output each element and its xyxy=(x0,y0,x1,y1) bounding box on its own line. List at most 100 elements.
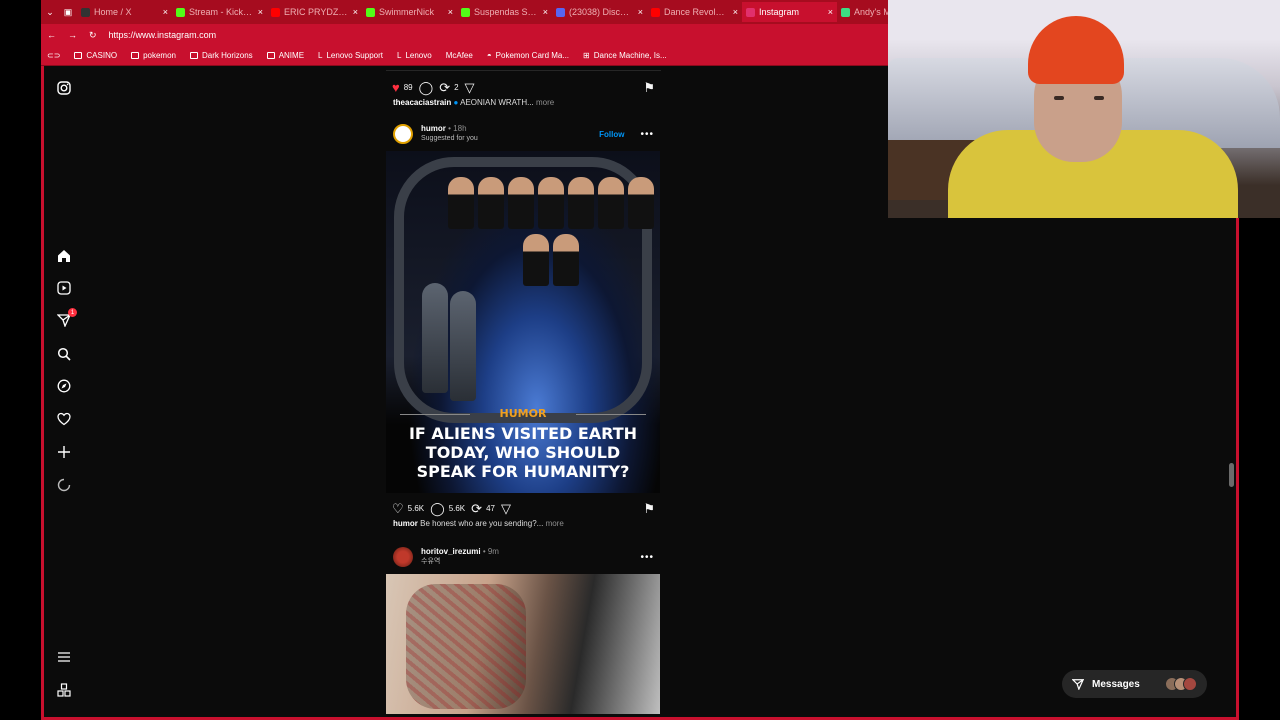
url-field[interactable]: https://www.instagram.com xyxy=(109,30,217,40)
bookmark-item[interactable]: McAfee xyxy=(446,51,473,60)
comment-button[interactable]: ◯ 5.6K xyxy=(430,502,465,515)
share-button[interactable]: ▽ xyxy=(465,81,475,94)
close-icon[interactable]: × xyxy=(353,7,358,17)
repost-button[interactable]: ⟳ 2 xyxy=(439,81,458,94)
bookmark-icon: ⚑ xyxy=(643,500,655,516)
bookmark-item[interactable]: CASINO xyxy=(74,51,117,60)
instagram-logo-icon[interactable] xyxy=(54,78,74,98)
caption-username[interactable]: theacaciastrain xyxy=(393,98,451,107)
bookmark-label: Lenovo xyxy=(405,51,432,60)
post-header: horitov_irezumi • 9m 수유역 ••• xyxy=(386,540,661,574)
direct-messages-icon xyxy=(1072,679,1084,690)
tab-kick[interactable]: Stream - Kick Dashboard × xyxy=(172,2,267,22)
avatar[interactable] xyxy=(393,124,413,144)
tab-favicon xyxy=(461,7,470,17)
like-button[interactable]: ♡ 5.6K xyxy=(392,502,424,515)
close-icon[interactable]: × xyxy=(638,7,643,17)
more-options-icon[interactable]: ••• xyxy=(640,552,654,563)
more-options-icon[interactable]: ••• xyxy=(640,129,654,140)
avatar[interactable] xyxy=(393,547,413,567)
share-icon: ▽ xyxy=(500,500,511,516)
bookmark-item[interactable]: ◓ Pokemon Card Ma... xyxy=(487,51,569,60)
post-username[interactable]: horitov_irezumi xyxy=(421,547,481,556)
direct-messages-icon[interactable]: 1 xyxy=(54,308,77,330)
tab-favicon xyxy=(746,7,755,17)
workspaces-icon[interactable]: ▣ xyxy=(59,7,77,18)
notification-badge: 1 xyxy=(68,308,77,317)
caption-username[interactable]: humor xyxy=(393,519,418,528)
post-user-info: humor • 18h Suggested for you xyxy=(421,124,591,144)
bookmark-item[interactable]: ⊞ Dance Machine, Is... xyxy=(583,51,667,60)
loading-spinner-icon xyxy=(54,475,74,495)
more-link[interactable]: more xyxy=(536,98,554,107)
close-icon[interactable]: × xyxy=(733,7,738,17)
post-actions: ♥ 89 ◯ ⟳ 2 ▽ ⚑ xyxy=(386,76,661,98)
site-icon xyxy=(190,52,198,59)
more-link[interactable]: more xyxy=(546,519,564,528)
menu-hamburger-icon[interactable] xyxy=(54,647,74,667)
heart-icon[interactable] xyxy=(54,409,74,429)
save-button[interactable]: ⚑ xyxy=(643,502,655,515)
create-plus-icon[interactable] xyxy=(54,442,74,462)
bookmark-item[interactable]: ANIME xyxy=(266,51,304,60)
comment-icon: ◯ xyxy=(418,79,434,95)
close-icon[interactable]: × xyxy=(828,7,833,17)
close-icon[interactable]: × xyxy=(543,7,548,17)
reels-icon[interactable] xyxy=(54,278,74,298)
repost-icon: ⟳ xyxy=(471,500,483,516)
folder-icon xyxy=(266,52,275,59)
tab-list-chevron-icon[interactable]: ⌄ xyxy=(41,7,59,18)
follow-button[interactable]: Follow xyxy=(599,130,624,139)
bookmark-item[interactable]: pokemon xyxy=(131,51,176,60)
tab-discord[interactable]: (23038) Discord | # × xyxy=(552,2,647,22)
back-icon[interactable]: ← xyxy=(47,30,56,40)
post-username[interactable]: humor xyxy=(421,124,446,133)
bookmark-item[interactable]: L Lenovo Support xyxy=(318,51,383,60)
folder-icon xyxy=(74,52,83,59)
post-image[interactable] xyxy=(386,574,660,714)
avatar xyxy=(1183,677,1197,691)
post-header: humor • 18h Suggested for you Follow ••• xyxy=(386,117,661,151)
post-caption: theacaciastrain ● AEONIAN WRATH... more xyxy=(386,98,661,107)
post-user-info: horitov_irezumi • 9m 수유역 xyxy=(421,547,632,567)
search-icon[interactable] xyxy=(54,344,74,364)
messages-button[interactable]: Messages xyxy=(1062,670,1207,698)
post-location[interactable]: 수유역 xyxy=(421,557,632,567)
messages-label: Messages xyxy=(1092,678,1140,690)
bookmark-label: CASINO xyxy=(86,51,118,60)
repost-button[interactable]: ⟳ 47 xyxy=(471,502,495,515)
bookmark-label: Pokemon Card Ma... xyxy=(495,51,570,60)
share-icon: ▽ xyxy=(464,79,475,95)
bookmark-label: pokemon xyxy=(143,51,176,60)
close-icon[interactable]: × xyxy=(258,7,263,17)
forward-icon[interactable]: → xyxy=(68,30,77,40)
comment-button[interactable]: ◯ xyxy=(419,81,434,94)
like-count: 5.6K xyxy=(407,503,425,513)
also-from-meta-icon[interactable] xyxy=(54,680,74,700)
scrollbar-thumb[interactable] xyxy=(1229,463,1234,487)
site-icon: ⊞ xyxy=(583,51,590,60)
tab-suspendas[interactable]: Suspendas Stream × xyxy=(457,2,552,22)
red-beanie xyxy=(1028,16,1124,84)
bookmark-item[interactable]: Dark Horizons xyxy=(190,51,253,60)
save-button[interactable]: ⚑ xyxy=(643,81,655,94)
instagram-nav-rail: 1 xyxy=(44,66,88,717)
tab-instagram[interactable]: Instagram × xyxy=(742,2,837,22)
close-icon[interactable]: × xyxy=(448,7,453,17)
post-image[interactable]: HUMOR IF ALIENS VISITED EARTH TODAY, WHO… xyxy=(386,151,660,493)
tab-swimmernick[interactable]: SwimmerNick × xyxy=(362,2,457,22)
extensions-icon[interactable]: ⊂⊃ xyxy=(47,51,60,60)
share-button[interactable]: ▽ xyxy=(501,502,511,515)
tab-youtube[interactable]: ERIC PRYDZ - Essential Mix × xyxy=(267,2,362,22)
like-button[interactable]: ♥ 89 xyxy=(392,81,413,94)
explore-compass-icon[interactable] xyxy=(54,376,74,396)
tab-favicon xyxy=(366,7,375,17)
tab-dance-revolution[interactable]: Dance Revolution × xyxy=(647,2,742,22)
close-icon[interactable]: × xyxy=(163,7,168,17)
reload-icon[interactable]: ↻ xyxy=(89,30,97,41)
home-icon[interactable] xyxy=(54,246,74,266)
tab-x[interactable]: Home / X × xyxy=(77,2,172,22)
post-caption: humor Be honest who are you sending?... … xyxy=(386,519,661,528)
repost-icon: ⟳ xyxy=(439,79,451,95)
bookmark-item[interactable]: L Lenovo xyxy=(397,51,432,60)
